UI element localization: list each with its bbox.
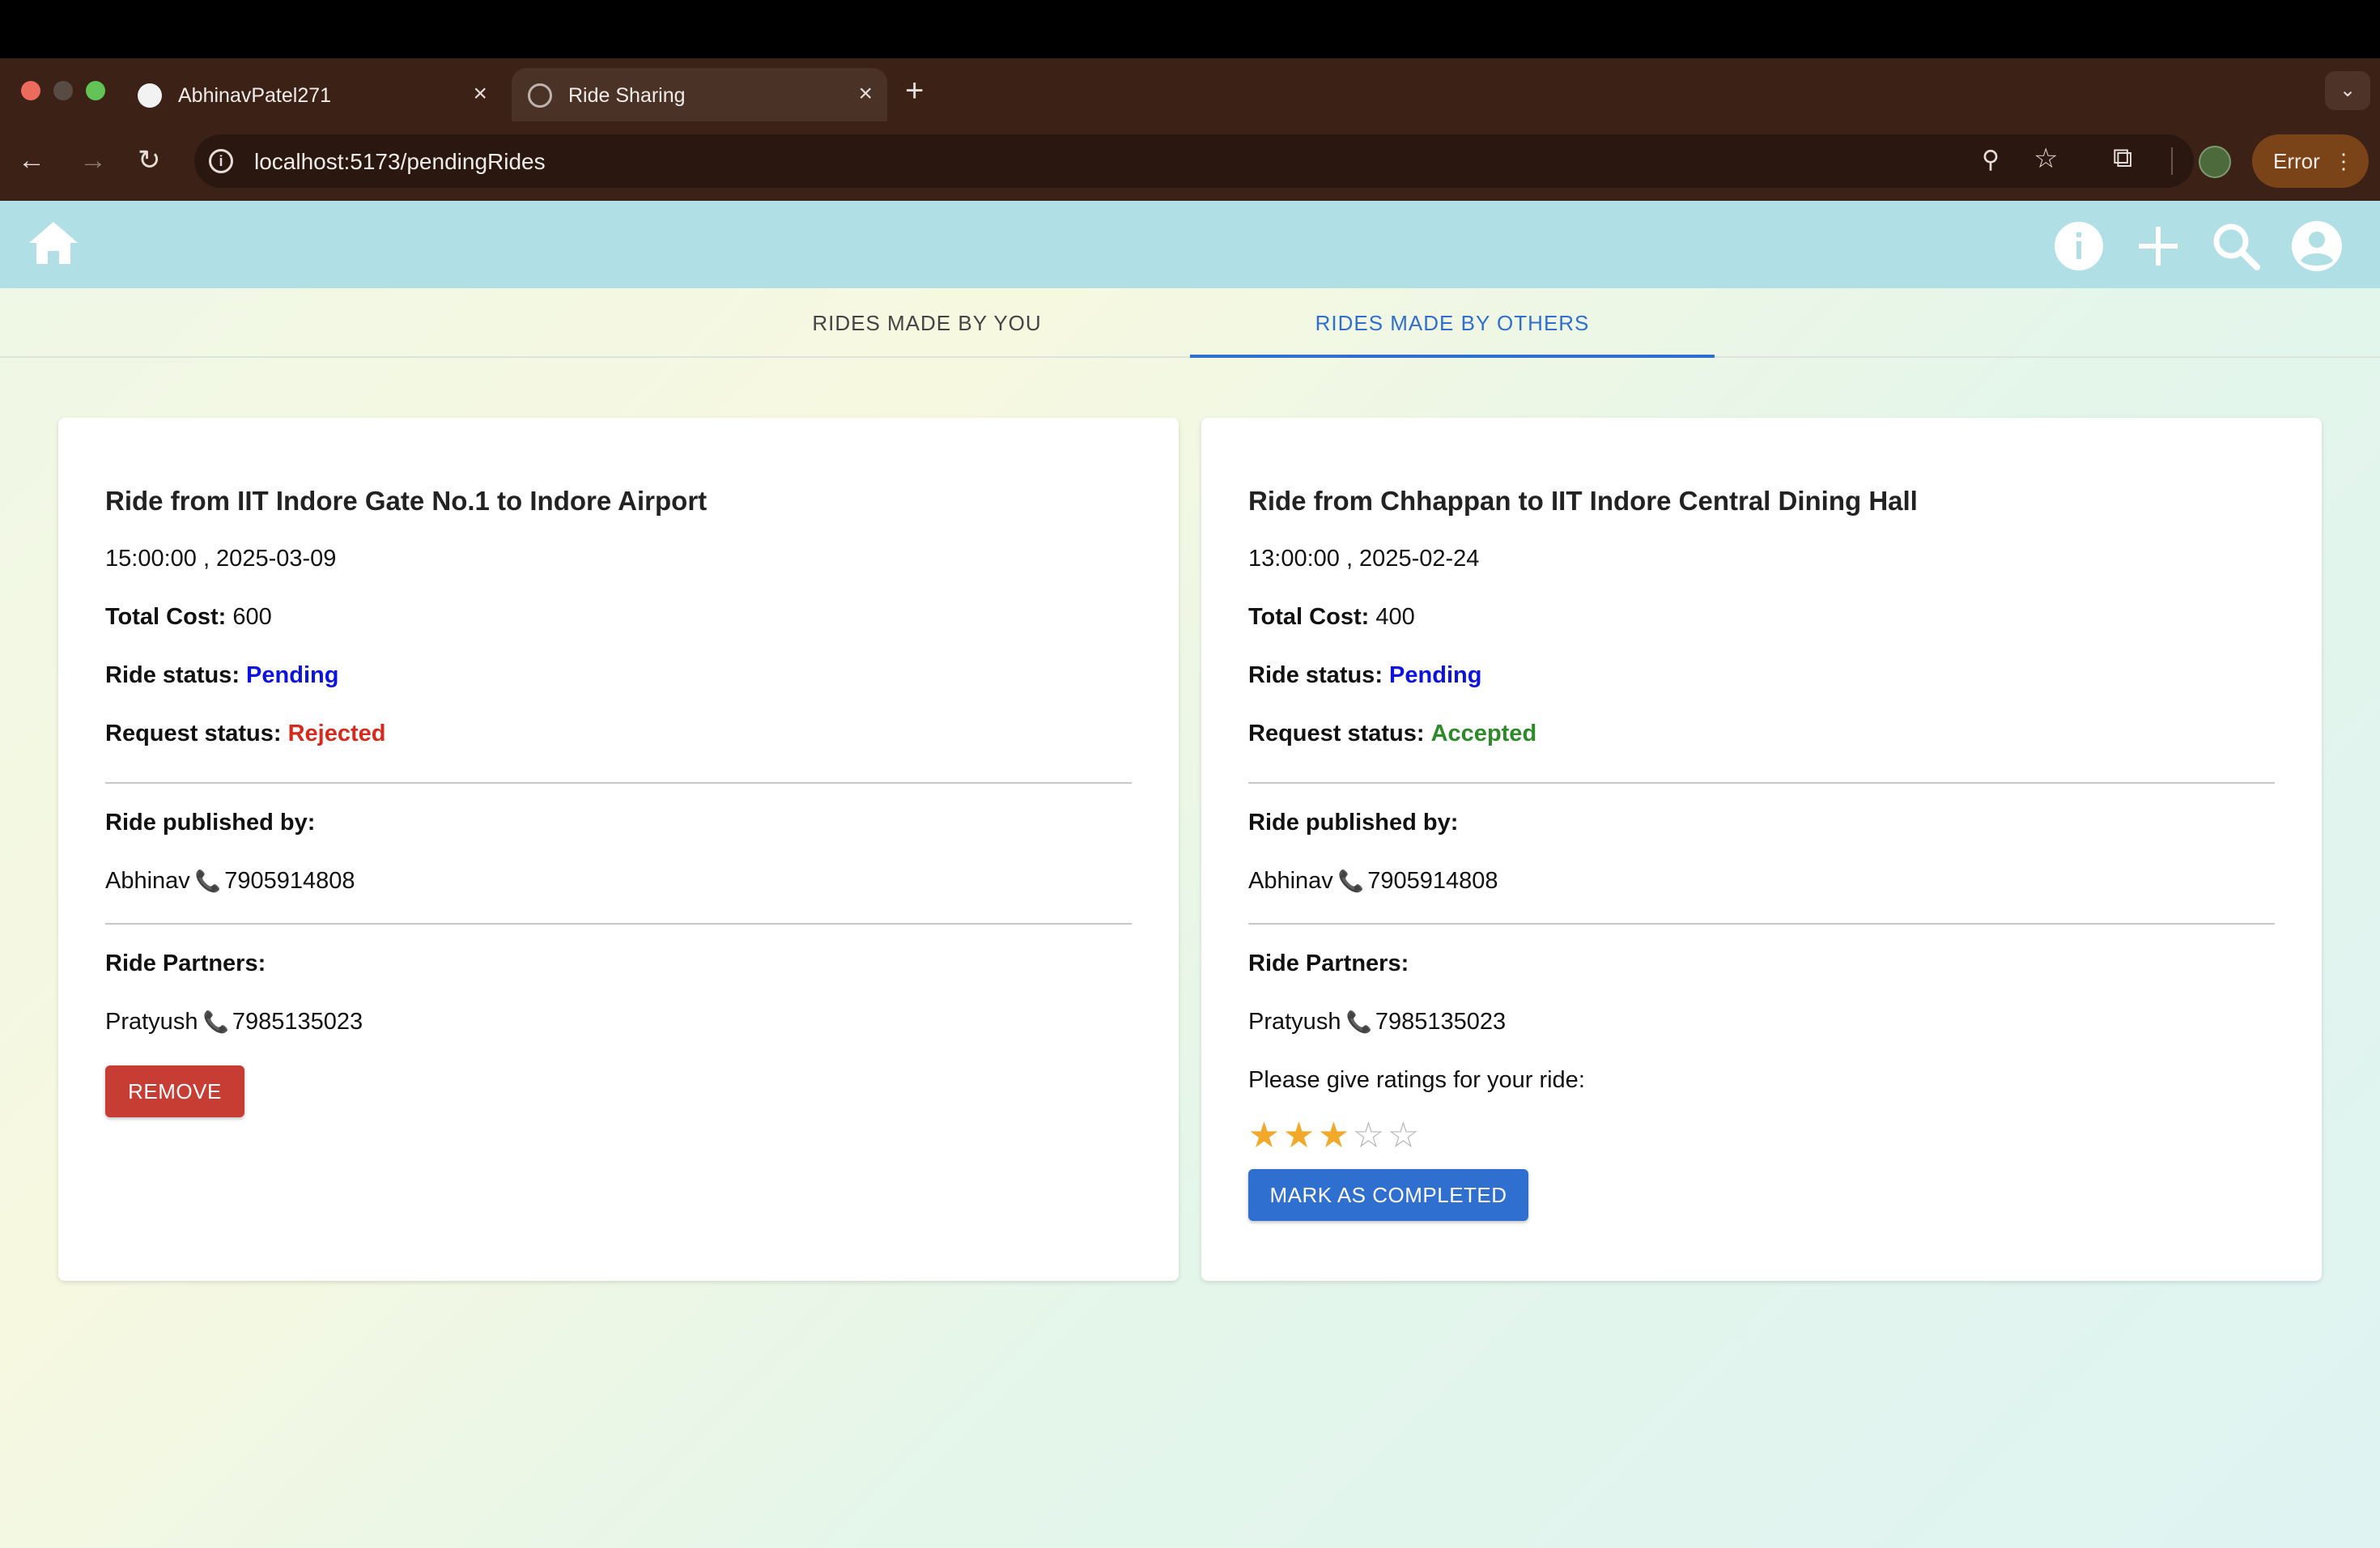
star-filled-icon[interactable]: ★: [1281, 1116, 1316, 1156]
remove-button[interactable]: REMOVE: [105, 1065, 244, 1117]
partner-contact: Pratyush 📞 7985135023: [1248, 1009, 1506, 1036]
app-header: [0, 201, 2380, 288]
ride-status-value: Pending: [246, 662, 339, 688]
profile-avatar-icon[interactable]: [2199, 146, 2231, 178]
info-icon[interactable]: [2053, 220, 2105, 272]
forward-arrow-icon[interactable]: →: [79, 142, 107, 178]
ride-datetime: 13:00:00 , 2025-02-24: [1248, 546, 1480, 572]
partner-phone: 7985135023: [1375, 1009, 1507, 1035]
home-icon[interactable]: [26, 219, 81, 267]
browser-tab-ride-sharing[interactable]: Ride Sharing ×: [512, 68, 887, 121]
github-icon: [138, 83, 162, 108]
ride-status: Ride status: Pending: [105, 662, 338, 689]
ride-partners-label: Ride Partners:: [1248, 950, 1409, 976]
back-arrow-icon[interactable]: ←: [18, 142, 45, 178]
screen-top-bar: [0, 0, 2380, 58]
window-close-button[interactable]: [21, 81, 40, 100]
profile-error-button[interactable]: Error ⋮: [2252, 134, 2369, 188]
phone-icon: 📞: [202, 1010, 229, 1034]
selected-tab-indicator: [1190, 355, 1715, 358]
request-status-value: Rejected: [287, 721, 386, 746]
new-tab-button[interactable]: +: [905, 71, 924, 110]
ride-status-label: Ride status:: [105, 662, 240, 688]
publisher-phone: 7905914808: [1367, 868, 1498, 894]
ride-status-value: Pending: [1389, 662, 1482, 688]
divider: [1248, 782, 2275, 784]
globe-icon: [528, 83, 552, 108]
tab-title: AbhinavPatel271: [178, 84, 332, 107]
ride-cost: Total Cost: 600: [105, 604, 272, 631]
divider: [105, 923, 1132, 925]
publisher-name: Abhinav: [105, 868, 190, 894]
publisher-phone: 7905914808: [224, 868, 355, 894]
ride-card: Ride from IIT Indore Gate No.1 to Indore…: [58, 418, 1179, 1281]
star-empty-icon[interactable]: ☆: [1351, 1116, 1386, 1156]
search-icon[interactable]: [2210, 220, 2262, 272]
publisher-contact: Abhinav 📞 7905914808: [105, 868, 355, 895]
tab-rides-made-by-you[interactable]: RIDES MADE BY YOU: [729, 288, 1125, 358]
partner-phone: 7985135023: [232, 1009, 363, 1035]
tab-search-button[interactable]: ⌄: [2325, 71, 2370, 110]
publisher-name: Abhinav: [1248, 868, 1333, 894]
request-status: Request status: Rejected: [105, 721, 386, 747]
rating-stars[interactable]: ★★★☆☆: [1247, 1116, 1421, 1156]
request-status-label: Request status:: [1248, 721, 1425, 746]
request-status-value: Accepted: [1430, 721, 1537, 746]
rating-prompt: Please give ratings for your ride:: [1248, 1067, 1585, 1093]
published-by-label: Ride published by:: [105, 810, 316, 836]
cost-value: 600: [232, 604, 272, 630]
star-empty-icon[interactable]: ☆: [1386, 1116, 1421, 1156]
phone-icon: 📞: [194, 869, 222, 893]
tab-title: Ride Sharing: [568, 84, 686, 107]
ride-partners-label: Ride Partners:: [105, 950, 266, 976]
zoom-icon[interactable]: ⚲: [1982, 146, 2000, 174]
window-maximize-button[interactable]: [86, 81, 105, 100]
cost-value: 400: [1375, 604, 1415, 630]
bookmark-star-icon[interactable]: ☆: [2034, 142, 2058, 175]
partner-name: Pratyush: [105, 1009, 198, 1035]
add-icon[interactable]: [2132, 220, 2184, 272]
ride-datetime: 15:00:00 , 2025-03-09: [105, 546, 337, 572]
ride-title: Ride from Chhappan to IIT Indore Central…: [1248, 486, 1918, 516]
account-icon[interactable]: [2291, 220, 2343, 272]
request-status-label: Request status:: [105, 721, 282, 746]
phone-icon: 📞: [1345, 1010, 1372, 1034]
star-filled-icon[interactable]: ★: [1247, 1116, 1281, 1156]
ride-title: Ride from IIT Indore Gate No.1 to Indore…: [105, 486, 708, 516]
tab-close-icon[interactable]: ×: [858, 79, 873, 108]
rides-tabs: RIDES MADE BY YOU RIDES MADE BY OTHERS: [0, 288, 2380, 358]
ride-card: Ride from Chhappan to IIT Indore Central…: [1201, 418, 2322, 1281]
ride-cost: Total Cost: 400: [1248, 604, 1415, 631]
toolbar-separator: [2171, 147, 2173, 175]
window-minimize-button[interactable]: [53, 81, 73, 100]
more-menu-icon[interactable]: ⋮: [2333, 134, 2354, 188]
tab-close-icon[interactable]: ×: [473, 79, 487, 108]
published-by-label: Ride published by:: [1248, 810, 1459, 836]
star-filled-icon[interactable]: ★: [1316, 1116, 1351, 1156]
partner-contact: Pratyush 📞 7985135023: [105, 1009, 363, 1036]
reload-icon[interactable]: ↻: [138, 142, 161, 178]
mark-as-completed-button[interactable]: MARK AS COMPLETED: [1248, 1169, 1528, 1221]
divider: [1248, 923, 2275, 925]
cost-label: Total Cost:: [1248, 604, 1370, 630]
cost-label: Total Cost:: [105, 604, 227, 630]
phone-icon: 📞: [1337, 869, 1365, 893]
site-info-icon[interactable]: i: [209, 149, 233, 173]
tab-rides-made-by-others[interactable]: RIDES MADE BY OTHERS: [1190, 288, 1715, 358]
error-label: Error: [2273, 149, 2320, 173]
browser-tab-github[interactable]: AbhinavPatel271 ×: [121, 68, 502, 121]
divider: [105, 782, 1132, 784]
partner-name: Pratyush: [1248, 1009, 1341, 1035]
page-content: RIDES MADE BY YOU RIDES MADE BY OTHERS R…: [0, 201, 2380, 1548]
url-text[interactable]: localhost:5173/pendingRides: [254, 149, 546, 175]
ride-status: Ride status: Pending: [1248, 662, 1481, 689]
request-status: Request status: Accepted: [1248, 721, 1536, 747]
ride-status-label: Ride status:: [1248, 662, 1383, 688]
extensions-icon[interactable]: ⧉: [2113, 142, 2132, 174]
publisher-contact: Abhinav 📞 7905914808: [1248, 868, 1498, 895]
